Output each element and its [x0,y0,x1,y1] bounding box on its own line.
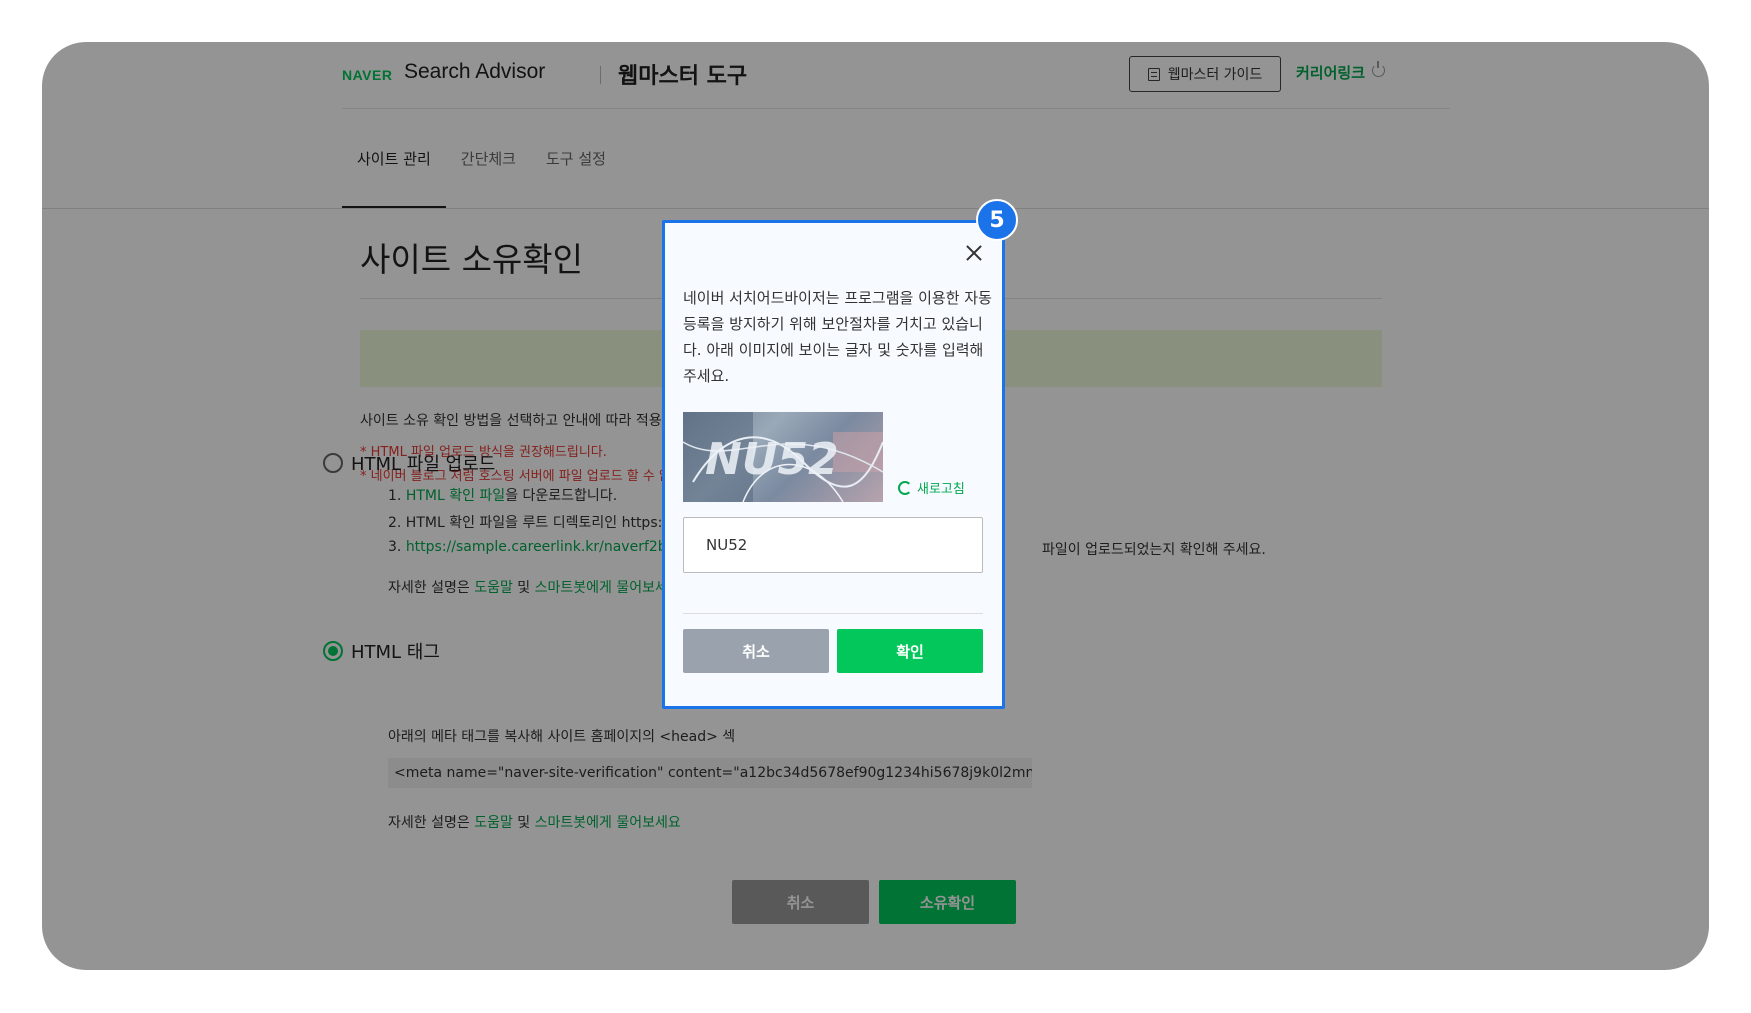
captcha-text: NU52 [705,434,839,485]
captcha-modal: 네이버 서치어드바이저는 프로그램을 이용한 자동등록을 방지하기 위해 보안절… [662,220,1005,709]
captcha-refresh-button[interactable]: 새로고침 [898,478,965,497]
refresh-icon [898,480,912,495]
step-badge: 5 [976,199,1018,241]
captcha-noise-graphic: NU52 [683,412,883,502]
close-icon[interactable] [964,243,984,263]
captcha-image: NU52 [683,412,883,502]
captcha-input[interactable] [683,517,983,573]
captcha-instructions: 네이버 서치어드바이저는 프로그램을 이용한 자동등록을 방지하기 위해 보안절… [683,289,992,385]
refresh-label: 새로고침 [917,482,965,497]
modal-divider [683,613,983,614]
modal-confirm-button[interactable]: 확인 [837,629,983,673]
modal-cancel-button[interactable]: 취소 [683,629,829,673]
